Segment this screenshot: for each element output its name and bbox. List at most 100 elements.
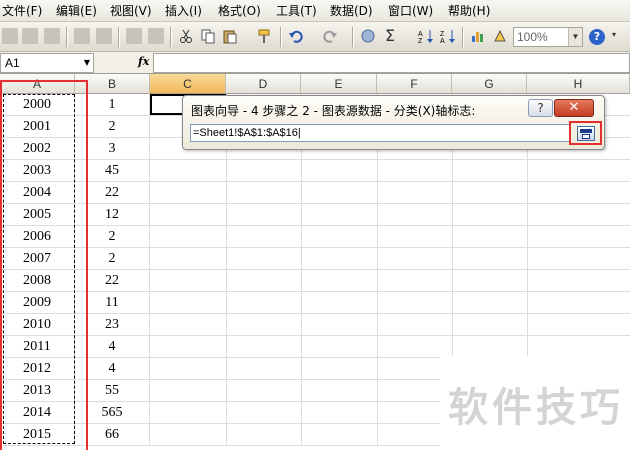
range-reference-input[interactable]: =Sheet1!$A$1:$A$16| (190, 124, 570, 142)
menu-view[interactable]: 视图(V) (110, 3, 152, 19)
svg-text:Z: Z (440, 31, 445, 38)
save-icon[interactable] (44, 28, 60, 44)
menu-tools[interactable]: 工具(T) (276, 3, 317, 19)
menu-bar: 文件(F) 编辑(E) 视图(V) 插入(I) 格式(O) 工具(T) 数据(D… (0, 0, 630, 22)
cell-b[interactable]: 12 (75, 204, 150, 226)
toolbar-separator (462, 27, 463, 47)
cell-b[interactable]: 22 (75, 270, 150, 292)
copy-icon[interactable] (200, 28, 216, 44)
print-icon[interactable] (74, 28, 90, 44)
column-header-f[interactable]: F (377, 74, 452, 94)
column-header-g[interactable]: G (452, 74, 527, 94)
cell-b[interactable]: 3 (75, 138, 150, 160)
empty-cells[interactable] (150, 248, 630, 270)
cell-a[interactable]: 2014 (0, 402, 75, 424)
cell-a[interactable]: 2015 (0, 424, 75, 446)
empty-cells[interactable] (150, 270, 630, 292)
drawing-icon[interactable] (492, 28, 508, 44)
cell-b[interactable]: 4 (75, 358, 150, 380)
menu-window[interactable]: 窗口(W) (388, 3, 433, 19)
column-header-a[interactable]: A (0, 74, 75, 94)
cell-a[interactable]: 2010 (0, 314, 75, 336)
undo-icon[interactable] (288, 28, 304, 44)
cell-a[interactable]: 2005 (0, 204, 75, 226)
table-row: 2003 45 (0, 160, 630, 182)
menu-file[interactable]: 文件(F) (2, 3, 42, 19)
cell-b[interactable]: 23 (75, 314, 150, 336)
cell-b[interactable]: 66 (75, 424, 150, 446)
expand-dialog-button[interactable] (569, 121, 602, 145)
menu-insert[interactable]: 插入(I) (165, 3, 202, 19)
column-header-d[interactable]: D (226, 74, 301, 94)
cell-b[interactable]: 4 (75, 336, 150, 358)
table-row: 2011 4 (0, 336, 630, 358)
column-header-b[interactable]: B (75, 74, 150, 94)
new-icon[interactable] (2, 28, 18, 44)
menu-edit[interactable]: 编辑(E) (56, 3, 97, 19)
menu-format[interactable]: 格式(O) (218, 3, 261, 19)
cell-a[interactable]: 2001 (0, 116, 75, 138)
zoom-value: 100% (517, 30, 548, 44)
cell-a[interactable]: 2002 (0, 138, 75, 160)
cell-b[interactable]: 2 (75, 226, 150, 248)
empty-cells[interactable] (150, 336, 630, 358)
cell-b[interactable]: 1 (75, 94, 150, 116)
formula-input[interactable] (153, 53, 630, 73)
cell-b[interactable]: 2 (75, 116, 150, 138)
cell-a[interactable]: 2009 (0, 292, 75, 314)
empty-cells[interactable] (150, 204, 630, 226)
sort-descending-icon[interactable]: ZA (440, 28, 456, 45)
chevron-down-icon[interactable]: ▼ (80, 53, 94, 73)
dialog-close-button[interactable]: ✕ (554, 99, 594, 117)
cell-a[interactable]: 2006 (0, 226, 75, 248)
column-header-c[interactable]: C (150, 74, 226, 94)
cell-a[interactable]: 2012 (0, 358, 75, 380)
cell-b[interactable]: 45 (75, 160, 150, 182)
dialog-help-button[interactable]: ? (528, 99, 553, 117)
cell-a[interactable]: 2007 (0, 248, 75, 270)
redo-icon[interactable] (322, 28, 338, 44)
toolbar-options-icon[interactable]: ▾ (612, 30, 622, 44)
toolbar-separator (280, 27, 281, 47)
toolbar-separator (352, 27, 353, 47)
empty-cells[interactable] (150, 160, 630, 182)
insert-function-icon[interactable]: fx (138, 55, 149, 68)
zoom-select[interactable]: 100% ▼ (513, 27, 583, 47)
cut-icon[interactable] (178, 28, 194, 44)
table-row: 2006 2 (0, 226, 630, 248)
help-icon[interactable]: ? (589, 29, 605, 45)
cell-a[interactable]: 2011 (0, 336, 75, 358)
cell-b[interactable]: 55 (75, 380, 150, 402)
cell-a[interactable]: 2000 (0, 94, 75, 116)
sort-ascending-icon[interactable]: AZ (418, 28, 434, 45)
format-painter-icon[interactable] (256, 28, 272, 44)
cell-a[interactable]: 2003 (0, 160, 75, 182)
empty-cells[interactable] (150, 292, 630, 314)
column-header-e[interactable]: E (301, 74, 377, 94)
empty-cells[interactable] (150, 226, 630, 248)
spelling-icon[interactable] (126, 28, 142, 44)
chevron-down-icon[interactable]: ▼ (568, 28, 582, 46)
menu-help[interactable]: 帮助(H) (448, 3, 490, 19)
print-preview-icon[interactable] (96, 28, 112, 44)
cell-b[interactable]: 2 (75, 248, 150, 270)
empty-cells[interactable] (150, 314, 630, 336)
empty-cells[interactable] (150, 182, 630, 204)
cell-a[interactable]: 2008 (0, 270, 75, 292)
toolbar-separator (66, 27, 67, 47)
paste-icon[interactable] (222, 28, 238, 44)
chart-wizard-icon[interactable] (470, 28, 486, 44)
open-icon[interactable] (22, 28, 38, 44)
table-row: 2007 2 (0, 248, 630, 270)
cell-b[interactable]: 565 (75, 402, 150, 424)
cell-a[interactable]: 2004 (0, 182, 75, 204)
cell-b[interactable]: 11 (75, 292, 150, 314)
autosum-icon[interactable]: Σ (385, 26, 395, 45)
column-header-h[interactable]: H (527, 74, 630, 94)
menu-data[interactable]: 数据(D) (330, 3, 373, 19)
toolbar-separator (118, 27, 119, 47)
cell-b[interactable]: 22 (75, 182, 150, 204)
research-icon[interactable] (148, 28, 164, 44)
cell-a[interactable]: 2013 (0, 380, 75, 402)
hyperlink-icon[interactable] (360, 28, 376, 44)
